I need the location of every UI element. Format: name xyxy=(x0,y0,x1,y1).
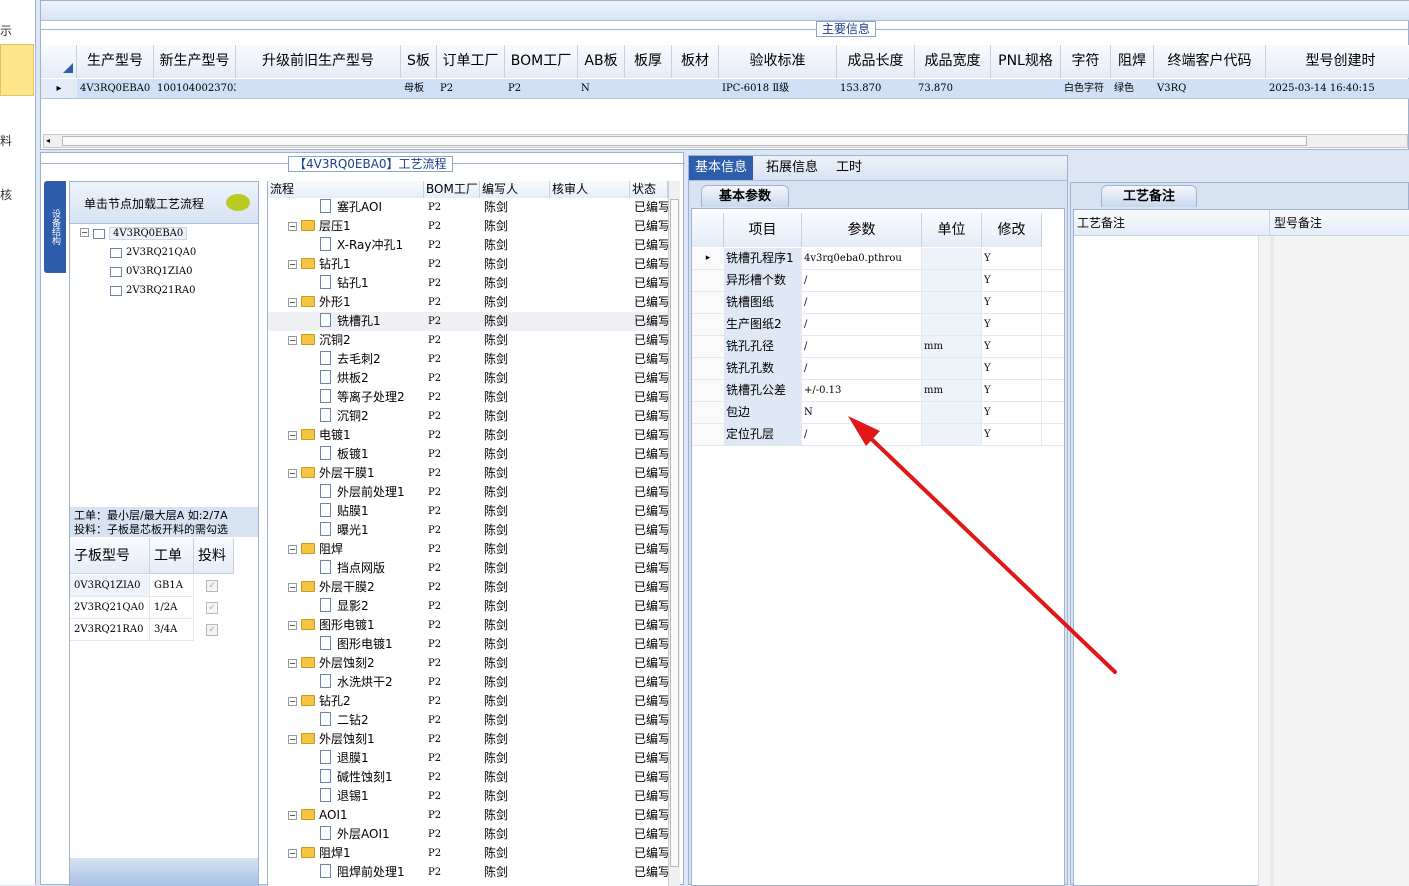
annotation-arrow xyxy=(848,416,1117,674)
